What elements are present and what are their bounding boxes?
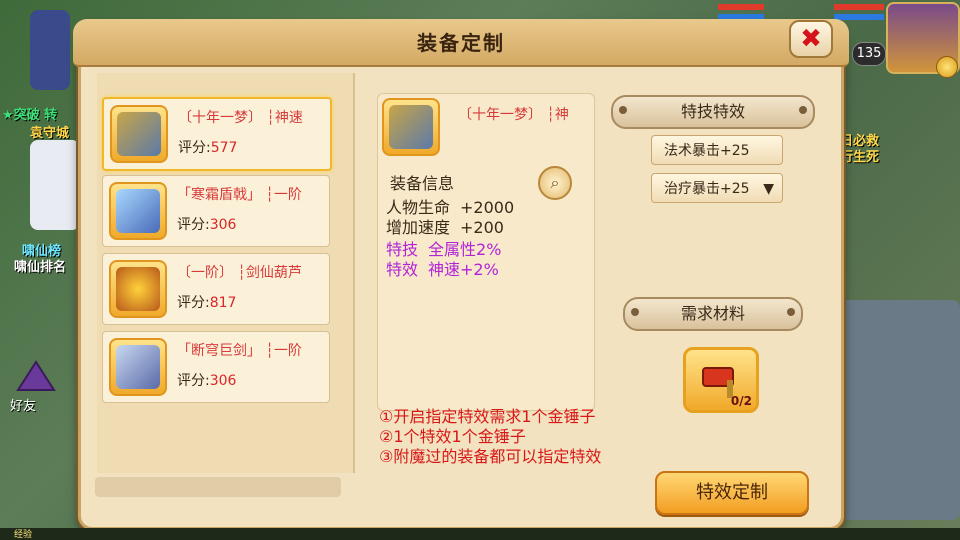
equipment-custom-dialog: 装备定制 ✖ 〔十年一梦〕 ┆神速 评分:577 「寒霜盾戟」 ┆一阶 评分:3…: [73, 19, 849, 530]
equipment-detail-panel: 〔十年一梦〕 ┆神 装备信息 ⌕ 人物生命 +2000 增加速度 +200 特技 全属…: [377, 93, 595, 411]
armor-icon: [382, 98, 440, 156]
equipment-name: 「断穹巨剑」 ┆一阶: [177, 343, 302, 359]
gourd-icon: [109, 260, 167, 318]
attribute-row: 特效 神速+2%: [386, 260, 499, 279]
skill-option[interactable]: 法术暴击+25: [651, 135, 783, 165]
attribute-row: 增加速度 +200: [386, 218, 504, 237]
golden-hammer-icon[interactable]: 0/2: [683, 347, 759, 413]
equipment-score: 评分:306: [177, 373, 237, 389]
bg-text-breakthrough: ★突破 转: [2, 108, 58, 123]
materials-header: 需求材料: [623, 297, 803, 331]
magnify-icon[interactable]: ⌕: [538, 166, 572, 200]
material-count: 0/2: [730, 394, 752, 408]
equipment-item-4[interactable]: 「断穹巨剑」 ┆一阶 评分:306: [102, 331, 330, 403]
effects-header: 特技特效: [611, 95, 815, 129]
bg-text-right2: 行生死: [840, 150, 880, 165]
armor-icon: [110, 105, 168, 163]
hp-bar-2: [834, 4, 884, 10]
custom-effect-button[interactable]: 特效定制: [655, 471, 809, 515]
ice-halberd-icon: [109, 182, 167, 240]
equipment-info-heading: 装备信息: [390, 174, 455, 193]
chevron-down-icon: ▼: [763, 181, 774, 197]
bg-character-white-ghost: [30, 140, 80, 230]
equipment-item-3[interactable]: 〔一阶〕 ┆剑仙葫芦 评分:817: [102, 253, 330, 325]
close-button[interactable]: ✖: [789, 20, 833, 58]
friend-label: 好友: [10, 399, 37, 414]
greatsword-icon: [109, 338, 167, 396]
equipment-list-panel: 〔十年一梦〕 ┆神速 评分:577 「寒霜盾戟」 ┆一阶 评分:306 〔一阶〕…: [97, 73, 355, 473]
equipment-item-2[interactable]: 「寒霜盾戟」 ┆一阶 评分:306: [102, 175, 330, 247]
dialog-title: 装备定制: [417, 31, 505, 55]
equipment-name: 「寒霜盾戟」 ┆一阶: [177, 187, 302, 203]
effect-dropdown[interactable]: 治疗暴击+25 ▼: [651, 173, 783, 203]
coin-icon[interactable]: [936, 56, 958, 78]
detail-equipment-name: 〔十年一梦〕 ┆神: [458, 107, 569, 123]
mp-bar-2: [834, 14, 884, 20]
equipment-score: 评分:306: [177, 217, 237, 233]
bg-character-guard: [30, 10, 70, 90]
equipment-item-1[interactable]: 〔十年一梦〕 ┆神速 评分:577: [102, 97, 332, 171]
equipment-name: 〔十年一梦〕 ┆神速: [178, 110, 303, 126]
note-line: ③附魔过的装备都可以指定特效: [379, 447, 602, 466]
close-x-icon: ✖: [800, 24, 822, 54]
bg-text-npc-name: 袁守城: [30, 126, 70, 141]
exp-label: 经验: [14, 530, 33, 540]
dialog-titlebar: 装备定制 ✖: [73, 19, 849, 67]
bg-wall-right: [840, 300, 960, 520]
exp-bar: [0, 528, 960, 540]
bg-text-ranking2: 啸仙排名: [14, 260, 67, 275]
hp-bar: [718, 4, 764, 10]
player-level-badge: 135: [852, 42, 886, 66]
list-scrollbar[interactable]: [95, 477, 341, 497]
equipment-name: 〔一阶〕 ┆剑仙葫芦: [177, 265, 302, 281]
equipment-score: 评分:817: [177, 295, 237, 311]
equipment-score: 评分:577: [178, 140, 238, 156]
